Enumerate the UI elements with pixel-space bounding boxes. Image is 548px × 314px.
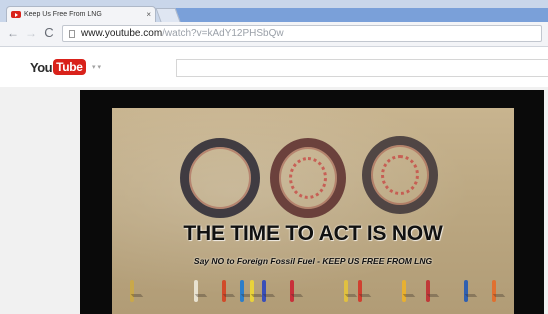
person-figure: [290, 280, 294, 302]
video-headline: THE TIME TO ACT IS NOW: [183, 222, 443, 245]
youtube-header: You Tube ▾ ▾: [0, 47, 548, 87]
human-formation-ring: [270, 138, 346, 218]
person-figure: [194, 280, 198, 302]
human-formation-ring: [362, 136, 438, 214]
page-content: THE TIME TO ACT IS NOW Say NO to Foreign…: [0, 87, 548, 314]
video-subline: Say NO to Foreign Fossil Fuel - KEEP US …: [193, 256, 433, 266]
reload-icon[interactable]: C: [42, 26, 56, 40]
tab-strip: Keep Us Free From LNG ×: [0, 0, 548, 22]
person-figure: [402, 280, 406, 302]
forward-arrow-icon[interactable]: →: [24, 26, 38, 40]
youtube-logo[interactable]: You Tube: [30, 59, 86, 75]
person-figure: [222, 280, 226, 302]
video-player[interactable]: THE TIME TO ACT IS NOW Say NO to Foreign…: [80, 90, 544, 314]
new-tab-button[interactable]: [155, 8, 181, 22]
search-input[interactable]: [176, 59, 548, 77]
logo-tube-text: Tube: [53, 59, 86, 75]
person-figure: [262, 280, 266, 302]
youtube-favicon-icon: [11, 11, 21, 18]
url-path: /watch?v=kAdY12PHSbQw: [162, 28, 284, 39]
person-figure: [250, 280, 254, 302]
address-bar[interactable]: www.youtube.com /watch?v=kAdY12PHSbQw: [62, 25, 542, 42]
close-tab-icon[interactable]: ×: [146, 10, 151, 19]
video-frame[interactable]: THE TIME TO ACT IS NOW Say NO to Foreign…: [112, 108, 514, 314]
person-figure: [358, 280, 362, 302]
browser-toolbar: ← → C www.youtube.com /watch?v=kAdY12PHS…: [0, 22, 548, 47]
logo-you-text: You: [30, 59, 53, 75]
person-figure: [344, 280, 348, 302]
person-figure: [130, 280, 134, 302]
guide-menu-icon[interactable]: ▾ ▾: [92, 63, 101, 71]
person-figure: [492, 280, 496, 302]
page-icon: [69, 29, 75, 38]
tab-title: Keep Us Free From LNG: [24, 11, 102, 18]
person-figure: [464, 280, 468, 302]
person-figure: [240, 280, 244, 302]
browser-tab[interactable]: Keep Us Free From LNG ×: [6, 6, 156, 22]
person-figure: [426, 280, 430, 302]
url-host: www.youtube.com: [81, 28, 163, 39]
human-formation-ring: [180, 138, 260, 218]
back-arrow-icon[interactable]: ←: [6, 26, 20, 40]
